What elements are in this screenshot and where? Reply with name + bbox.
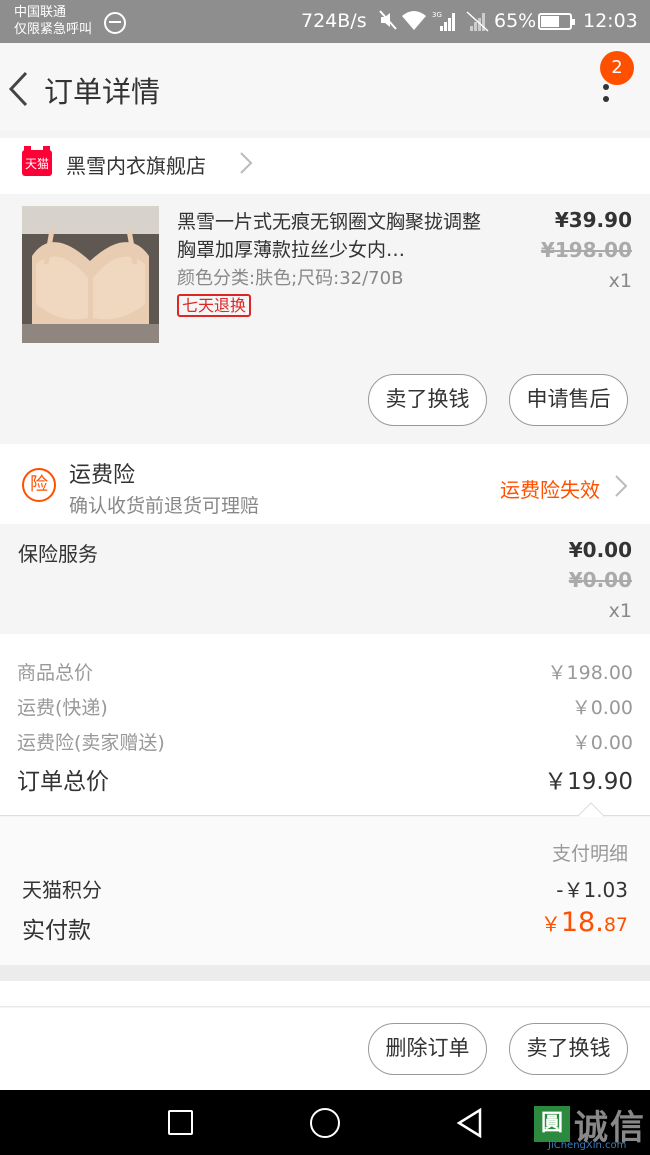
actual-paid-amount: ￥18.87: [541, 907, 628, 938]
network-type-label: 3G: [432, 11, 442, 19]
after-sale-button[interactable]: 申请售后: [509, 374, 628, 426]
product-title[interactable]: 黑雪一片式无痕无钢圈文胸聚拢调整胸罩加厚薄款拉丝少女内…: [177, 208, 497, 264]
carrier-info: 中国联通 仅限紧急呼叫: [14, 4, 92, 38]
page-title: 订单详情: [44, 75, 161, 109]
watermark-logo: 圓: [534, 1106, 570, 1142]
service-price: ¥0.00: [568, 538, 632, 562]
sell-item-footer-button[interactable]: 卖了换钱: [509, 1023, 628, 1075]
chevron-right-icon: [238, 150, 254, 176]
net-speed: 724B/s: [301, 10, 367, 32]
insurance-icon: 险: [22, 468, 56, 502]
section-divider: [0, 965, 650, 981]
more-menu-icon[interactable]: [596, 80, 616, 120]
insurance-service-item: 保险服务 ¥0.00 ¥0.00 x1: [0, 526, 650, 632]
summary-row: 运费(快递) ￥0.00: [0, 693, 650, 723]
payment-detail-link[interactable]: 支付明细: [552, 839, 628, 866]
shop-header[interactable]: 天猫 黑雪内衣旗舰店: [0, 138, 650, 194]
payment-details: 支付明细 天猫积分 -￥1.03 实付款 ￥18.87: [0, 817, 650, 965]
currency-symbol: ￥: [540, 912, 561, 936]
service-quantity: x1: [608, 600, 632, 622]
emergency-only-text: 仅限紧急呼叫: [14, 22, 93, 37]
system-nav-bar: 圓 诚信 JiChengXin.com: [0, 1090, 650, 1155]
actual-paid-label: 实付款: [22, 918, 91, 944]
action-footer: 删除订单 卖了换钱: [0, 1008, 650, 1090]
product-spec: 颜色分类:肤色;尺码:32/70B: [177, 268, 404, 289]
battery-icon: [538, 13, 575, 30]
summary-label: 商品总价: [17, 662, 94, 684]
carrier-name: 中国联通: [14, 5, 67, 20]
back-button[interactable]: [6, 69, 32, 109]
tmall-logo: 天猫: [22, 146, 52, 176]
summary-value: ￥198.00: [547, 662, 633, 684]
paid-integer: 18.: [560, 907, 604, 938]
home-icon[interactable]: [310, 1108, 340, 1138]
product-price: ¥39.90: [554, 208, 632, 232]
delete-order-button[interactable]: 删除订单: [368, 1023, 487, 1075]
order-total-row: 订单总价 ￥19.90: [0, 762, 650, 795]
status-bar: 中国联通 仅限紧急呼叫 724B/s 3G 65% 12:03: [0, 0, 650, 43]
signal-disabled-icon: [466, 10, 490, 32]
summary-value: ￥0.00: [571, 732, 633, 754]
clock: 12:03: [583, 10, 638, 32]
notification-badge: 2: [600, 51, 634, 85]
order-total-value: ￥19.90: [544, 769, 633, 795]
recent-apps-icon[interactable]: [168, 1110, 193, 1135]
order-total-label: 订单总价: [17, 769, 109, 795]
wifi-icon: [401, 8, 427, 32]
service-original-price: ¥0.00: [568, 568, 632, 592]
insurance-title: 运费险: [69, 463, 136, 488]
tmall-points-value: -￥1.03: [556, 878, 628, 902]
battery-level: [541, 16, 560, 27]
insurance-status: 运费险失效: [500, 478, 600, 502]
chevron-right-icon: [614, 474, 628, 498]
return-policy-tag: 七天退换: [177, 294, 252, 317]
sell-item-button[interactable]: 卖了换钱: [368, 374, 487, 426]
paid-decimal: 87: [603, 914, 628, 936]
order-item[interactable]: 黑雪一片式无痕无钢圈文胸聚拢调整胸罩加厚薄款拉丝少女内… 颜色分类:肤色;尺码:…: [0, 196, 650, 442]
summary-value: ￥0.00: [571, 697, 633, 719]
summary-row: 运费险(卖家赠送) ￥0.00: [0, 728, 650, 758]
product-image[interactable]: [22, 206, 159, 343]
service-label: 保险服务: [18, 542, 98, 566]
battery-percent: 65%: [494, 10, 537, 32]
mute-icon: [378, 9, 398, 36]
signal-3g-icon: 3G: [432, 10, 456, 32]
price-summary: 商品总价 ￥198.00 运费(快递) ￥0.00 运费险(卖家赠送) ￥0.0…: [0, 634, 650, 828]
summary-row: 商品总价 ￥198.00: [0, 658, 650, 688]
summary-label: 运费险(卖家赠送): [17, 732, 165, 754]
product-original-price: ¥198.00: [540, 238, 632, 262]
section-spacer: [0, 981, 650, 1007]
shop-name: 黑雪内衣旗舰店: [66, 154, 206, 178]
tmall-points-label: 天猫积分: [22, 878, 102, 902]
watermark-url: JiChengXin.com: [548, 1140, 627, 1151]
insurance-subtitle: 确认收货前退货可理赔: [69, 495, 260, 517]
nav-bar: 订单详情 2: [0, 43, 650, 130]
notification-icon: [104, 12, 126, 34]
system-back-icon[interactable]: [456, 1107, 484, 1139]
shipping-insurance-row[interactable]: 险 运费险 确认收货前退货可理赔 运费险失效: [0, 444, 650, 524]
summary-label: 运费(快递): [17, 697, 108, 719]
product-quantity: x1: [608, 270, 632, 292]
